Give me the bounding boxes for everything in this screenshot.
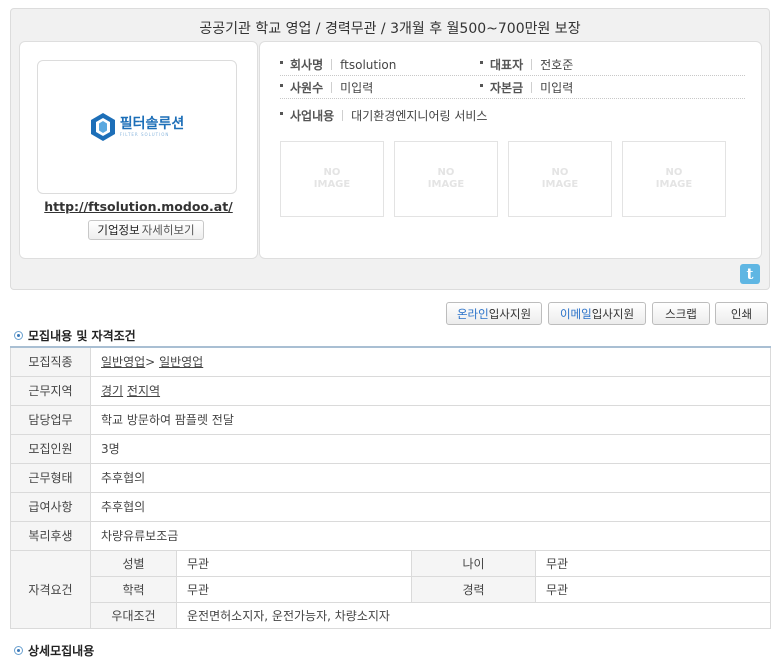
table-row: 모집직종 일반영업> 일반영업 — [10, 346, 772, 377]
company-detail-button[interactable]: 기업정보 자세히보기 — [88, 220, 204, 240]
info-row-3: 사업내용 대기환경엔지니어링 서비스 — [280, 104, 745, 126]
scrap-button[interactable]: 스크랩 — [652, 302, 710, 325]
business-label: 사업내용 — [280, 107, 334, 124]
no-image-placeholder: NO IMAGE — [622, 141, 726, 217]
duty-label: 담당업무 — [10, 404, 91, 435]
print-button[interactable]: 인쇄 — [715, 302, 768, 325]
online-apply-button[interactable]: 온라인 입사지원 — [446, 302, 542, 325]
company-info-card: 회사명 ftsolution 대표자 전호준 사원수 미입력 자본금 미입력 사… — [259, 41, 762, 259]
region-sub-link[interactable]: 전지역 — [127, 384, 160, 398]
job-type-cell: 일반영업> 일반영업 — [89, 346, 772, 377]
company-name-label: 회사명 — [280, 56, 323, 73]
region-cell: 경기 전지역 — [89, 375, 772, 406]
career-label: 경력 — [411, 575, 536, 603]
table-row: 복리후생 차량유류보조금 — [10, 520, 772, 551]
email-apply-rest: 입사지원 — [591, 306, 635, 321]
table-row: 우대조건 운전면허소지자, 운전가능자, 차량소지자 — [11, 601, 772, 629]
detail-button-rest: 자세히보기 — [141, 223, 195, 237]
recruit-table: 모집직종 일반영업> 일반영업 근무지역 경기 전지역 담당업무 학교 방문하여… — [10, 346, 772, 629]
ceo-value: 전호준 — [540, 58, 574, 72]
job-subtype-link[interactable]: 일반영업 — [159, 355, 203, 369]
education-label: 학력 — [90, 575, 177, 603]
no-image-placeholder: NO IMAGE — [508, 141, 612, 217]
company-name-value: ftsolution — [340, 57, 397, 72]
twitter-share-icon[interactable]: t — [740, 264, 760, 284]
work-type-label: 근무형태 — [10, 462, 91, 493]
table-row: 담당업무 학교 방문하여 팜플렛 전달 — [10, 404, 772, 435]
job-type-separator: > — [145, 355, 156, 370]
info-row-2: 사원수 미입력 자본금 미입력 — [280, 77, 745, 99]
job-title: 공공기관 학교 영업 / 경력무관 / 3개월 후 월500~700만원 보장 — [199, 21, 581, 37]
table-row: 자격요건 성별 무관 나이 무관 — [10, 549, 772, 629]
education-value: 무관 — [176, 575, 412, 603]
detail-section-title: 상세모집내용 — [28, 644, 95, 658]
welfare-value: 차량유류보조금 — [89, 520, 772, 551]
section-bullet-icon — [14, 331, 23, 340]
divider — [331, 82, 333, 93]
info-row-1: 회사명 ftsolution 대표자 전호준 — [280, 54, 745, 76]
email-apply-button[interactable]: 이메일 입사지원 — [548, 302, 646, 325]
logo-text: 필터솔루션 FILTER SOLUTION — [119, 115, 185, 138]
career-value: 무관 — [534, 575, 772, 603]
job-type-label: 모집직종 — [10, 346, 91, 377]
email-apply-highlight: 이메일 — [559, 306, 592, 321]
detail-section-heading: 상세모집내용 — [14, 642, 94, 659]
salary-label: 급여사항 — [10, 491, 91, 522]
logo-text-en: FILTER SOLUTION — [119, 131, 170, 137]
duty-value: 학교 방문하여 팜플렛 전달 — [89, 404, 772, 435]
no-image-placeholder: NO IMAGE — [394, 141, 498, 217]
work-type-value: 추후협의 — [89, 462, 772, 493]
logo-card: 필터솔루션 FILTER SOLUTION http://ftsolution.… — [19, 41, 258, 259]
company-homepage-link[interactable]: http://ftsolution.modoo.at/ — [20, 199, 257, 214]
age-value: 무관 — [534, 549, 772, 577]
table-row: 급여사항 추후협의 — [10, 491, 772, 522]
divider — [531, 82, 533, 93]
job-type-link[interactable]: 일반영업 — [101, 355, 145, 369]
qualification-label: 자격요건 — [10, 549, 91, 629]
employees-label: 사원수 — [280, 79, 323, 96]
business-value: 대기환경엔지니어링 서비스 — [351, 108, 488, 123]
gender-value: 무관 — [176, 549, 412, 577]
online-apply-highlight: 온라인 — [456, 306, 489, 321]
ceo-label: 대표자 — [480, 56, 523, 73]
divider — [342, 109, 344, 121]
preference-label: 우대조건 — [90, 601, 177, 629]
headcount-value: 3명 — [89, 433, 772, 464]
table-row: 학력 무관 경력 무관 — [11, 575, 772, 603]
section-bullet-icon — [14, 646, 23, 655]
divider — [531, 59, 533, 70]
salary-value: 추후협의 — [89, 491, 772, 522]
headcount-label: 모집인원 — [10, 433, 91, 464]
region-label: 근무지역 — [10, 375, 91, 406]
age-label: 나이 — [411, 549, 536, 577]
company-logo[interactable]: 필터솔루션 FILTER SOLUTION — [37, 60, 237, 194]
divider — [331, 59, 333, 70]
gender-label: 성별 — [90, 549, 177, 577]
no-image-placeholder: NO IMAGE — [280, 141, 384, 217]
logo-text-ko: 필터솔루션 — [119, 115, 185, 132]
preference-value: 운전면허소지자, 운전가능자, 차량소지자 — [175, 601, 772, 629]
capital-label: 자본금 — [480, 79, 523, 96]
welfare-label: 복리후생 — [10, 520, 91, 551]
table-row: 근무지역 경기 전지역 — [10, 375, 772, 406]
detail-button-bold: 기업정보 — [97, 223, 140, 237]
table-row: 근무형태 추후협의 — [10, 462, 772, 493]
capital-value: 미입력 — [540, 81, 574, 95]
company-summary-panel: 공공기관 학교 영업 / 경력무관 / 3개월 후 월500~700만원 보장 … — [10, 8, 770, 290]
online-apply-rest: 입사지원 — [488, 306, 532, 321]
region-link[interactable]: 경기 — [101, 384, 123, 398]
table-row: 모집인원 3명 — [10, 433, 772, 464]
recruit-section-heading: 모집내용 및 자격조건 — [14, 327, 136, 344]
recruit-section-title: 모집내용 및 자격조건 — [28, 329, 136, 343]
employees-value: 미입력 — [340, 81, 374, 95]
logo-hexagon-icon — [90, 113, 115, 141]
